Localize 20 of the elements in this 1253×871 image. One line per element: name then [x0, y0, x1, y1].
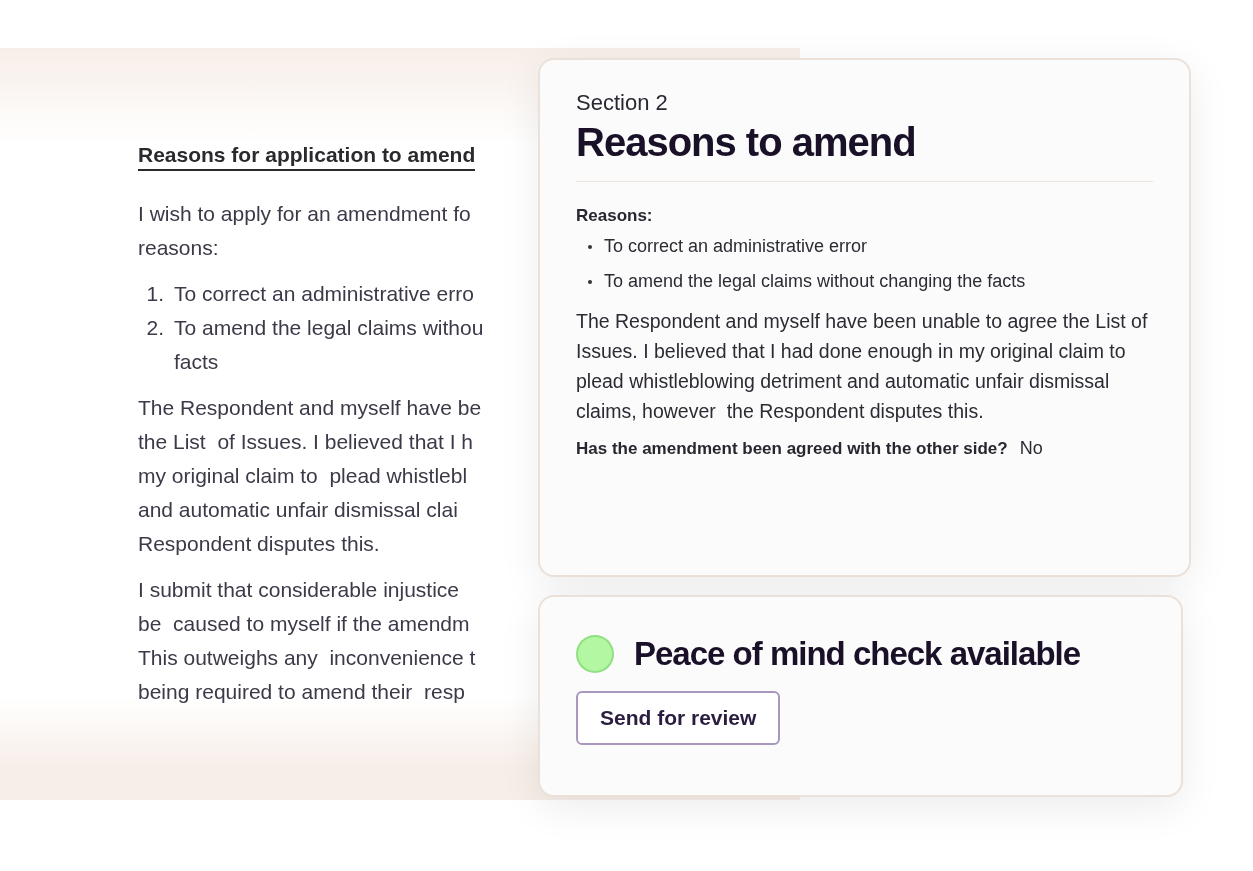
- list-number: 2.: [145, 315, 164, 341]
- question-label: Has the amendment been agreed with the other side?: [576, 439, 1008, 459]
- list-number: 1.: [145, 281, 164, 307]
- status-text: Peace of mind check available: [634, 635, 1081, 673]
- document-paragraph: I wish to apply for an amendment fo reasons:: [138, 201, 471, 261]
- reason-text: To correct an administrative error: [604, 236, 868, 257]
- list-item-text: To amend the legal claims withou facts: [174, 315, 484, 375]
- send-for-review-button[interactable]: Send for review: [576, 691, 781, 745]
- bullet-icon: [588, 244, 592, 249]
- list-item-text: To correct an administrative erro: [174, 281, 474, 307]
- bullet-icon: [588, 279, 592, 284]
- document-paragraph: I submit that considerable injustice be caused to myself if the amendm This outweighs any inconvenience t being required to amend their resp: [138, 577, 476, 705]
- document-heading: Reasons for application to amend: [138, 143, 476, 171]
- reason-text: To amend the legal claims without changing the facts: [604, 271, 1026, 292]
- section-label: Section 2: [576, 90, 669, 116]
- card-title: Reasons to amend: [576, 120, 917, 165]
- question-answer: No: [1019, 438, 1043, 459]
- reasons-label: Reasons:: [576, 206, 654, 226]
- document-paragraph: The Respondent and myself have be the List of Issues. I believed that I h my original claim to plead whistlebl and automatic unfair dismissal clai Respondent disputes this.: [138, 395, 482, 557]
- statement-text: The Respondent and myself have been unable to agree the List of Issues. I believed that I had done enough in my original claim to plead whistleblowing detriment and automatic unfair dismissal claims, however the Respondent disputes this.: [576, 309, 1149, 424]
